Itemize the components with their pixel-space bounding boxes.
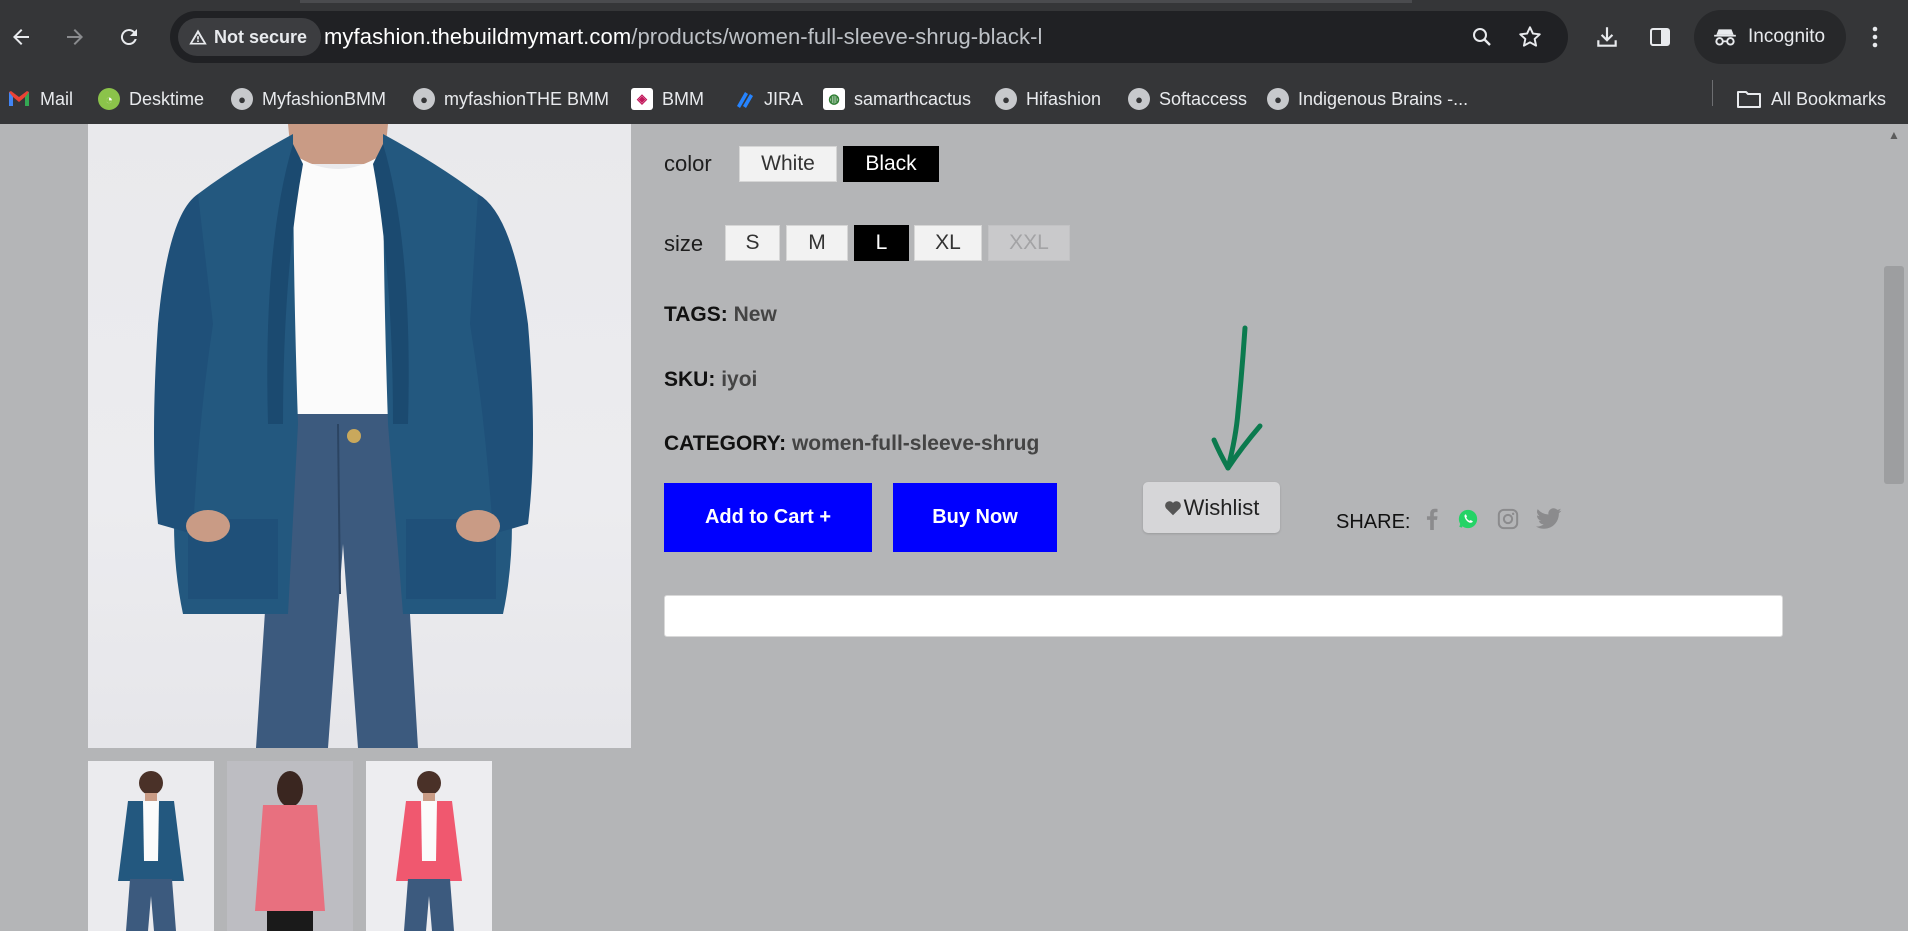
size-option-l[interactable]: L xyxy=(854,225,909,261)
arrow-right-icon xyxy=(67,29,83,45)
security-label: Not secure xyxy=(214,26,308,47)
wishlist-label: Wishlist xyxy=(1183,494,1260,520)
bookmarks-divider xyxy=(1712,80,1713,106)
bookmark-label: MyfashionBMM xyxy=(262,88,387,109)
sku-value: iyoi xyxy=(721,368,758,391)
facebook-icon[interactable] xyxy=(1419,506,1445,532)
color-option-white[interactable]: White xyxy=(739,146,837,182)
warning-icon xyxy=(189,29,207,45)
instagram-icon[interactable] xyxy=(1495,506,1521,532)
bookmark-softaccess[interactable]: ● Softaccess xyxy=(1128,86,1247,112)
bookmark-desktime[interactable]: ◔ Desktime xyxy=(98,86,204,112)
globe-icon: ● xyxy=(995,88,1017,110)
size-option-m[interactable]: M xyxy=(786,225,848,261)
side-panel-icon[interactable] xyxy=(1641,18,1679,56)
tab-strip-edge xyxy=(300,0,1412,3)
bookmark-label: Indigenous Brains -... xyxy=(1298,88,1469,109)
folder-icon xyxy=(1737,91,1761,108)
incognito-chip[interactable]: Incognito xyxy=(1694,10,1846,64)
bookmark-label: Desktime xyxy=(129,88,205,109)
incognito-label: Incognito xyxy=(1748,26,1826,47)
bookmark-label: Softaccess xyxy=(1159,88,1248,109)
arrow-left-icon xyxy=(13,29,29,45)
annotation-arrow-icon xyxy=(1211,325,1263,471)
bookmark-label: samarthcactus xyxy=(854,88,972,109)
url-host: myfashion.thebuildmymart.com xyxy=(324,24,632,49)
bookmark-samarthcactus[interactable]: ◍ samarthcactus xyxy=(823,86,971,112)
tags-value[interactable]: New xyxy=(734,303,777,326)
address-bar[interactable]: Not secure myfashion.thebuildmymart.com/… xyxy=(170,11,1568,63)
globe-icon: ● xyxy=(413,88,435,110)
product-thumbnail-2[interactable] xyxy=(227,761,353,931)
all-bookmarks-label: All Bookmarks xyxy=(1771,88,1887,109)
bookmark-label: Hifashion xyxy=(1026,88,1102,109)
bookmarks-bar: Mail ◔ Desktime ● MyfashionBMM ● myfashi… xyxy=(0,74,1908,125)
site-info-chip[interactable]: Not secure xyxy=(178,18,322,56)
globe-icon: ● xyxy=(231,88,253,110)
bmm-icon: ◈ xyxy=(631,88,653,110)
bookmark-myfashionthe-bmm[interactable]: ● myfashionTHE BMM xyxy=(413,86,609,112)
url-text[interactable]: myfashion.thebuildmymart.com/products/wo… xyxy=(324,24,1043,50)
bookmark-star-icon[interactable] xyxy=(1516,23,1544,51)
tags-label: TAGS: xyxy=(664,303,728,326)
product-thumbnail-3[interactable] xyxy=(366,761,492,931)
menu-kebab-icon[interactable] xyxy=(1856,18,1894,56)
url-path: /products/women-full-sleeve-shrug-black-… xyxy=(631,24,1043,49)
buy-now-button[interactable]: Buy Now xyxy=(893,483,1057,552)
bookmark-bmm[interactable]: ◈ BMM xyxy=(631,86,704,112)
incognito-icon xyxy=(1714,29,1736,46)
share-label: SHARE: xyxy=(1336,511,1411,533)
reload-button[interactable] xyxy=(110,18,148,56)
gmail-icon xyxy=(9,91,29,106)
sku-label: SKU: xyxy=(664,368,716,391)
download-icon[interactable] xyxy=(1588,18,1626,56)
category-row: CATEGORY: women-full-sleeve-shrug xyxy=(664,432,1039,456)
color-label: color xyxy=(664,151,712,176)
scroll-up-icon[interactable]: ▲ xyxy=(1888,128,1900,142)
category-label: CATEGORY: xyxy=(664,432,787,455)
reload-icon xyxy=(120,29,137,46)
sku-row: SKU: iyoi xyxy=(664,368,757,392)
bookmark-indigenous-brains[interactable]: ● Indigenous Brains -... xyxy=(1267,86,1468,112)
bookmark-label: BMM xyxy=(662,88,704,109)
bookmark-label: myfashionTHE BMM xyxy=(444,88,610,109)
bookmark-mail[interactable]: Mail xyxy=(7,86,73,112)
globe-icon: ● xyxy=(1128,88,1150,110)
model-illustration xyxy=(154,124,533,748)
add-to-cart-button[interactable]: Add to Cart + xyxy=(664,483,872,552)
product-main-image[interactable] xyxy=(88,124,631,748)
product-thumbnail-1[interactable] xyxy=(88,761,214,931)
back-button[interactable] xyxy=(2,18,40,56)
tags-row: TAGS: New xyxy=(664,303,777,327)
size-label: size xyxy=(664,231,704,256)
thumbnail-pink-front xyxy=(396,771,462,931)
cactus-icon: ◍ xyxy=(823,88,845,110)
all-bookmarks-button[interactable]: All Bookmarks xyxy=(1736,86,1886,112)
forward-button[interactable] xyxy=(56,18,94,56)
page-scrollbar[interactable] xyxy=(1886,124,1908,931)
desktime-icon: ◔ xyxy=(98,88,120,110)
text-input-field[interactable] xyxy=(664,595,1783,637)
color-option-black[interactable]: Black xyxy=(843,146,939,182)
twitter-icon[interactable] xyxy=(1536,506,1562,532)
zoom-icon[interactable] xyxy=(1468,23,1496,51)
thumbnail-teal-shrug xyxy=(118,771,184,931)
globe-icon: ● xyxy=(1267,88,1289,110)
size-option-xxl: XXL xyxy=(988,225,1070,261)
size-option-xl[interactable]: XL xyxy=(914,225,982,261)
category-value[interactable]: women-full-sleeve-shrug xyxy=(792,432,1039,455)
bookmark-hifashion[interactable]: ● Hifashion xyxy=(995,86,1101,112)
bookmark-label: JIRA xyxy=(764,88,804,109)
bookmark-myfashionbmm[interactable]: ● MyfashionBMM xyxy=(231,86,386,112)
whatsapp-icon[interactable] xyxy=(1455,506,1481,532)
browser-toolbar: Not secure myfashion.thebuildmymart.com/… xyxy=(0,0,1908,74)
bookmark-label: Mail xyxy=(40,88,74,109)
jira-icon xyxy=(737,92,753,108)
wishlist-button[interactable]: Wishlist xyxy=(1143,482,1280,533)
size-option-s[interactable]: S xyxy=(725,225,780,261)
heart-icon xyxy=(1164,500,1181,515)
thumbnail-pink-back xyxy=(255,771,325,931)
bookmark-jira[interactable]: JIRA xyxy=(733,86,803,112)
scrollbar-thumb[interactable] xyxy=(1884,266,1904,484)
